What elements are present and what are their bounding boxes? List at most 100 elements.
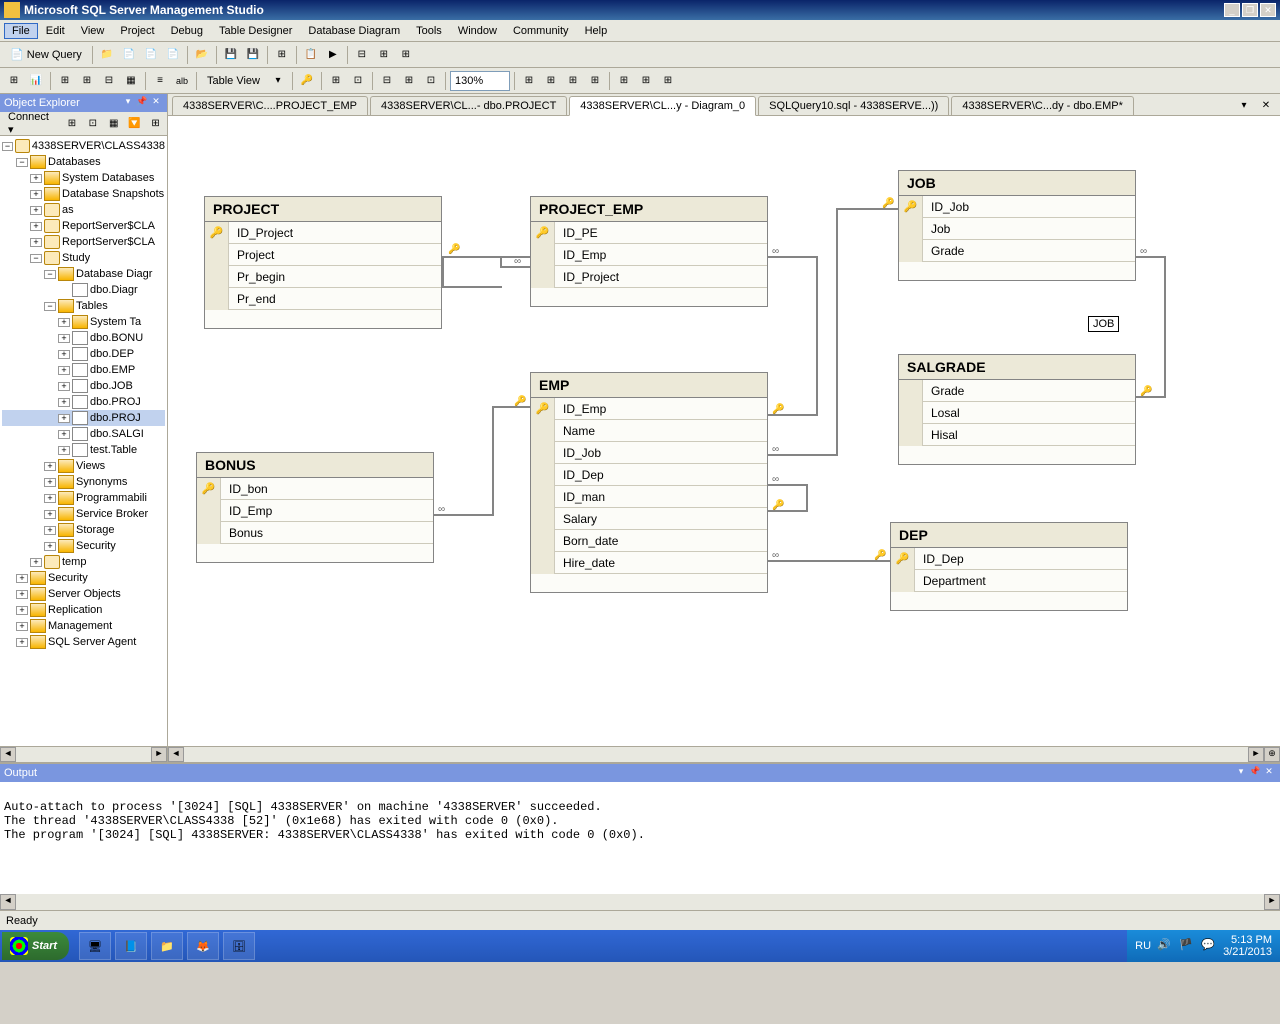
zoom-combo[interactable]: 130% [450, 71, 510, 91]
menu-tools[interactable]: Tools [408, 23, 450, 39]
table-job[interactable]: JOB 🔑ID_Job Job Grade [898, 170, 1136, 281]
tb2-15[interactable]: ⊞ [519, 71, 539, 91]
tree-security[interactable]: +Security [2, 570, 165, 586]
output-close-icon[interactable]: ✕ [1262, 766, 1276, 780]
tray-icon-1[interactable]: 🔊 [1157, 938, 1173, 954]
tb2-12[interactable]: ⊟ [377, 71, 397, 91]
tree-temp[interactable]: +temp [2, 554, 165, 570]
tb-btn-x4[interactable]: ⊟ [352, 45, 372, 65]
table-bonus[interactable]: BONUS 🔑ID_bon ID_Emp Bonus [196, 452, 434, 563]
menu-community[interactable]: Community [505, 23, 577, 39]
exp-tb-2[interactable]: ⊡ [83, 114, 102, 134]
scroll-left-icon[interactable]: ◄ [168, 747, 184, 762]
taskbar-icon-firefox[interactable]: 🦊 [187, 932, 219, 960]
tree-diag1[interactable]: dbo.Diagr [2, 282, 165, 298]
tb2-18[interactable]: ⊞ [585, 71, 605, 91]
tree-prog[interactable]: +Programmabili [2, 490, 165, 506]
tb2-14[interactable]: ⊡ [421, 71, 441, 91]
exp-tb-1[interactable]: ⊞ [63, 114, 82, 134]
table-dep[interactable]: DEP 🔑ID_Dep Department [890, 522, 1128, 611]
tree-as[interactable]: +as [2, 202, 165, 218]
menu-table-designer[interactable]: Table Designer [211, 23, 300, 39]
explorer-pin-icon[interactable]: 📌 [135, 96, 149, 110]
tree-databases[interactable]: −Databases [2, 154, 165, 170]
menu-view[interactable]: View [73, 23, 113, 39]
tb2-19[interactable]: ⊞ [614, 71, 634, 91]
tree-emp[interactable]: +dbo.EMP [2, 362, 165, 378]
tb-btn-2[interactable]: 📄 [119, 45, 139, 65]
tree-views[interactable]: +Views [2, 458, 165, 474]
close-button[interactable]: ✕ [1260, 3, 1276, 17]
table-salgrade[interactable]: SALGRADE Grade Losal Hisal [898, 354, 1136, 465]
tb2-13[interactable]: ⊞ [399, 71, 419, 91]
explorer-hscroll[interactable]: ◄ ► [0, 746, 167, 762]
tb-save[interactable]: 💾 [221, 45, 241, 65]
tb2-1[interactable]: ⊞ [4, 71, 24, 91]
tb-btn-x1[interactable]: ⊞ [272, 45, 292, 65]
scroll-right-icon[interactable]: ► [151, 747, 167, 762]
tb-btn-x3[interactable]: ▶ [323, 45, 343, 65]
tb2-20[interactable]: ⊞ [636, 71, 656, 91]
tree-diagrams[interactable]: −Database Diagr [2, 266, 165, 282]
table-project-emp[interactable]: PROJECT_EMP 🔑ID_PE ID_Emp ID_Project [530, 196, 768, 307]
tree-storage[interactable]: +Storage [2, 522, 165, 538]
tree-rs2[interactable]: +ReportServer$CLA [2, 234, 165, 250]
tb2-8[interactable]: alb [172, 71, 192, 91]
tb2-6[interactable]: ▦ [121, 71, 141, 91]
taskbar-icon-2[interactable]: 📘 [115, 932, 147, 960]
tree-proj2[interactable]: +dbo.PROJ [2, 410, 165, 426]
tb-btn-x6[interactable]: ⊞ [396, 45, 416, 65]
tb2-5[interactable]: ⊟ [99, 71, 119, 91]
scroll-right-icon[interactable]: ► [1264, 894, 1280, 910]
tree-rs1[interactable]: +ReportServer$CLA [2, 218, 165, 234]
tab-2[interactable]: 4338SERVER\CL...y - Diagram_0 [569, 96, 756, 116]
tree-replication[interactable]: +Replication [2, 602, 165, 618]
tree-bonus[interactable]: +dbo.BONU [2, 330, 165, 346]
explorer-dropdown-icon[interactable]: ▾ [121, 96, 135, 110]
output-text[interactable]: Auto-attach to process '[3024] [SQL] 433… [0, 782, 1280, 894]
tree-job[interactable]: +dbo.JOB [2, 378, 165, 394]
menu-project[interactable]: Project [112, 23, 162, 39]
output-dropdown-icon[interactable]: ▾ [1234, 766, 1248, 780]
tb-save-all[interactable]: 💾 [243, 45, 263, 65]
tree-proj[interactable]: +dbo.PROJ [2, 394, 165, 410]
table-emp[interactable]: EMP 🔑ID_Emp Name ID_Job ID_Dep ID_man Sa… [530, 372, 768, 593]
tray-icon-2[interactable]: 🏴 [1179, 938, 1195, 954]
tb2-16[interactable]: ⊞ [541, 71, 561, 91]
output-hscroll[interactable]: ◄ ► [0, 894, 1280, 910]
tb2-11[interactable]: ⊡ [348, 71, 368, 91]
tabs-dropdown-icon[interactable]: ▾ [1234, 95, 1254, 115]
tb-btn-4[interactable]: 📄 [163, 45, 183, 65]
tb-btn-1[interactable]: 📁 [97, 45, 117, 65]
menu-database-diagram[interactable]: Database Diagram [300, 23, 408, 39]
tree-dep[interactable]: +dbo.DEP [2, 346, 165, 362]
exp-tb-4[interactable]: 🔽 [125, 114, 144, 134]
scroll-right-icon[interactable]: ► [1248, 747, 1264, 762]
tb2-4[interactable]: ⊞ [77, 71, 97, 91]
menu-help[interactable]: Help [577, 23, 616, 39]
tree-sbroker[interactable]: +Service Broker [2, 506, 165, 522]
tree-server[interactable]: −4338SERVER\CLASS4338 [2, 138, 165, 154]
explorer-close-icon[interactable]: ✕ [149, 96, 163, 110]
canvas-hscroll[interactable]: ◄ ► ⊕ [168, 746, 1280, 762]
output-pin-icon[interactable]: 📌 [1248, 766, 1262, 780]
taskbar-icon-ssms[interactable]: 🗄 [223, 932, 255, 960]
tree-synonyms[interactable]: +Synonyms [2, 474, 165, 490]
menu-file[interactable]: File [4, 23, 38, 39]
menu-edit[interactable]: Edit [38, 23, 73, 39]
scroll-left-icon[interactable]: ◄ [0, 747, 16, 762]
minimize-button[interactable]: _ [1224, 3, 1240, 17]
start-button[interactable]: Start [2, 932, 69, 960]
menu-debug[interactable]: Debug [163, 23, 211, 39]
tab-3[interactable]: SQLQuery10.sql - 4338SERVE...)) [758, 96, 949, 115]
tab-0[interactable]: 4338SERVER\C....PROJECT_EMP [172, 96, 368, 115]
explorer-tree[interactable]: −4338SERVER\CLASS4338 −Databases +System… [0, 136, 167, 746]
new-query-button[interactable]: 📄 New Query [4, 46, 88, 63]
tb2-7[interactable]: ≡ [150, 71, 170, 91]
tb2-17[interactable]: ⊞ [563, 71, 583, 91]
table-view-dropdown[interactable]: Table View [201, 73, 266, 89]
tb-btn-x2[interactable]: 📋 [301, 45, 321, 65]
tb2-9[interactable]: 🔑 [297, 71, 317, 91]
tree-salg[interactable]: +dbo.SALGI [2, 426, 165, 442]
tb2-2[interactable]: 📊 [26, 71, 46, 91]
